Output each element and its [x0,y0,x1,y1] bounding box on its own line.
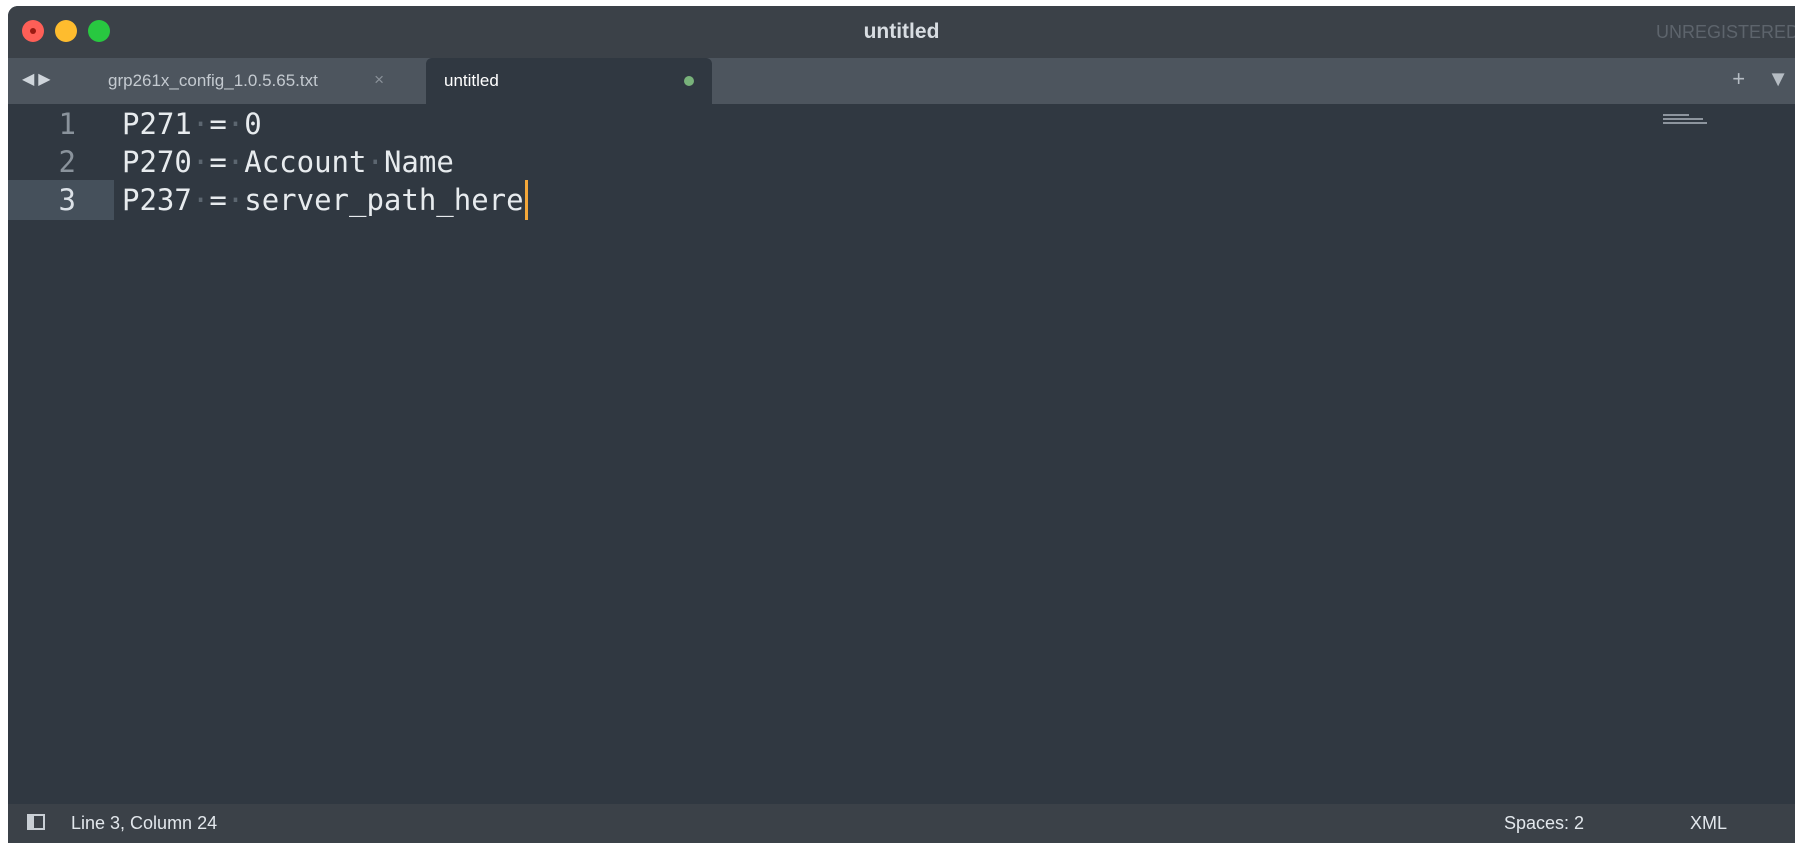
line-content[interactable]: P237·=·server_path_here [122,180,528,220]
code-token: P270 [122,145,192,179]
line-content[interactable]: P270·=·Account·Name [122,142,454,182]
code-token: 0 [244,107,262,141]
line-content[interactable]: P271·=·0 [122,104,262,144]
minimap[interactable] [1663,114,1707,128]
tab-grp261x-config[interactable]: grp261x_config_1.0.5.65.txt × [88,58,426,104]
text-caret [524,180,528,220]
code-token: = [209,145,227,179]
editor-line[interactable]: 2 P270·=·Account·Name [8,142,1795,182]
editor-line-current[interactable]: 3 P237·=·server_path_here [8,180,1795,220]
unsaved-changes-dot-icon[interactable] [684,76,694,86]
code-token: = [209,183,227,217]
license-status: UNREGISTERED [1655,22,1795,42]
tab-bar: ◀▶ grp261x_config_1.0.5.65.txt × untitle… [8,58,1795,104]
code-token: P271 [122,107,192,141]
window-title: untitled [863,20,940,43]
line-number: 2 [58,145,76,179]
editor-line[interactable]: 1 P271·=·0 [8,104,1795,144]
code-token: Name [383,145,454,179]
editor-window: untitled UNREGISTERED ◀▶ grp261x_config_… [8,6,1795,843]
cursor-position[interactable]: Line 3, Column 24 [71,813,217,834]
indentation-setting[interactable]: Spaces: 2 [1504,813,1584,834]
new-tab-and-menu-icon[interactable]: + ▼ [1732,66,1795,92]
code-token: = [209,107,227,141]
title-bar: untitled UNREGISTERED [8,6,1795,58]
code-token: server_path_here [244,183,524,217]
tab-untitled[interactable]: untitled [426,58,712,104]
tab-navigation-arrows-icon[interactable]: ◀▶ [22,69,55,89]
tab-label: untitled [444,71,499,90]
line-number: 3 [8,180,114,220]
line-number: 1 [58,107,76,141]
text-editor[interactable]: 1 P271·=·0 2 P270·=·Account·Name 3 P237·… [8,104,1795,804]
toggle-sidebar-icon[interactable] [27,814,45,830]
syntax-selector[interactable]: XML [1690,813,1727,834]
close-tab-icon[interactable]: × [374,70,384,90]
tab-label: grp261x_config_1.0.5.65.txt [108,71,318,90]
code-token: Account [244,145,367,179]
status-bar: Line 3, Column 24 Spaces: 2 XML [8,804,1795,843]
code-token: P237 [122,183,192,217]
